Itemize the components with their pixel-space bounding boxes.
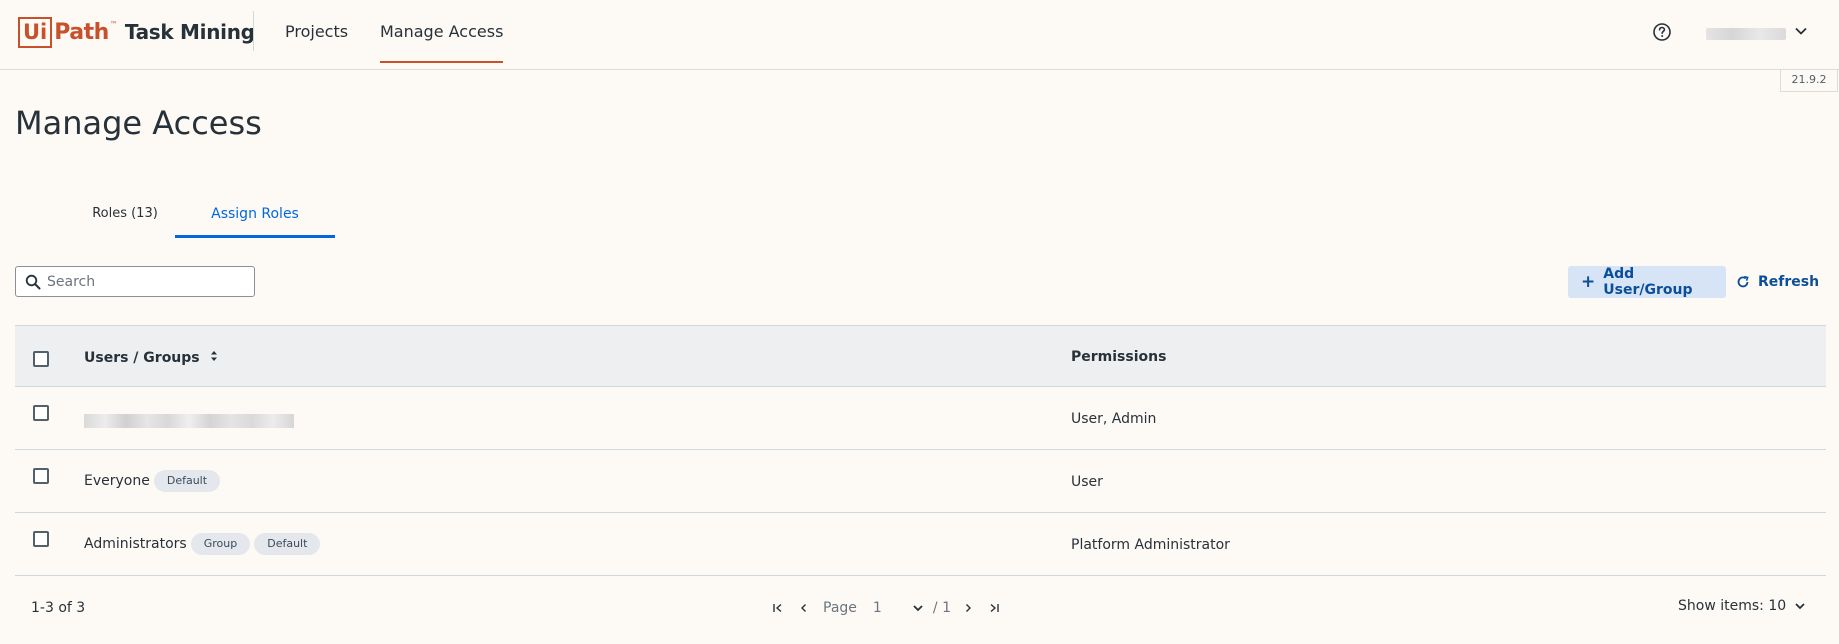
row-user-name: Administrators Group Default <box>84 533 321 555</box>
chevron-down-icon <box>1795 603 1805 610</box>
item-count: 1-3 of 3 <box>31 600 86 616</box>
refresh-button[interactable]: Refresh <box>1736 266 1819 298</box>
row-checkbox[interactable] <box>33 531 49 547</box>
search-icon <box>25 274 41 290</box>
sort-icon[interactable] <box>209 349 219 363</box>
select-all-checkbox[interactable] <box>33 351 49 367</box>
row-checkbox[interactable] <box>33 405 49 421</box>
first-page-button[interactable] <box>765 596 791 620</box>
refresh-label: Refresh <box>1758 274 1820 290</box>
chevron-left-icon <box>801 604 806 612</box>
column-users-groups-label: Users / Groups <box>84 350 200 366</box>
pagination: Page 1 / 1 <box>765 596 1007 620</box>
nav-manage-access[interactable]: Manage Access <box>380 0 504 63</box>
first-page-icon <box>773 603 782 613</box>
search-input[interactable] <box>47 271 247 293</box>
next-page-button[interactable] <box>955 596 981 620</box>
row-name-text: Administrators <box>84 536 187 552</box>
page-title: Manage Access <box>15 104 262 142</box>
row-permissions: User <box>1071 474 1103 490</box>
default-chip: Default <box>254 533 321 555</box>
last-page-button[interactable] <box>981 596 1007 620</box>
last-page-icon <box>990 603 999 613</box>
page-number-select[interactable]: 1 <box>873 600 909 616</box>
add-user-group-label: Add User/Group <box>1603 266 1693 298</box>
logo-path-text: Path <box>54 19 109 45</box>
logo-ui-box: Ui <box>18 16 53 48</box>
column-header-users-groups[interactable]: Users / Groups <box>84 349 219 366</box>
header-divider <box>253 11 254 51</box>
table-row[interactable]: Everyone Default User <box>15 450 1826 513</box>
table-row[interactable]: User, Admin <box>15 387 1826 450</box>
row-permissions: User, Admin <box>1071 411 1157 427</box>
table-row[interactable]: Administrators Group Default Platform Ad… <box>15 513 1826 576</box>
page-label: Page <box>823 600 857 616</box>
chevron-down-icon[interactable] <box>1794 24 1808 38</box>
top-bar: Ui Path ™ Task Mining Projects Manage Ac… <box>0 0 1839 70</box>
add-user-group-button[interactable]: + Add User/Group <box>1568 266 1726 298</box>
tab-assign-roles[interactable]: Assign Roles <box>175 200 335 238</box>
chevron-down-icon <box>913 605 923 612</box>
row-name-text: Everyone <box>84 473 150 489</box>
plus-icon: + <box>1581 272 1596 292</box>
previous-page-button[interactable] <box>791 596 817 620</box>
logo-trademark: ™ <box>109 19 118 29</box>
column-header-permissions: Permissions <box>1071 349 1167 365</box>
product-name: Task Mining <box>124 20 255 44</box>
table-header: Users / Groups Permissions <box>15 325 1826 387</box>
search-box[interactable] <box>15 266 255 297</box>
total-pages: / 1 <box>932 600 951 616</box>
chevron-right-icon <box>965 604 971 612</box>
row-permissions: Platform Administrator <box>1071 537 1230 553</box>
row-user-name <box>84 407 294 428</box>
user-account-name[interactable] <box>1706 28 1786 40</box>
group-chip: Group <box>190 533 251 555</box>
default-chip: Default <box>153 470 221 492</box>
show-items-select[interactable]: Show items: 10 <box>1678 598 1806 614</box>
show-items-label: Show items: 10 <box>1678 598 1787 614</box>
nav-projects[interactable]: Projects <box>285 0 348 62</box>
help-icon[interactable] <box>1652 22 1672 42</box>
row-checkbox[interactable] <box>33 468 49 484</box>
tab-roles[interactable]: Roles (13) <box>60 200 190 238</box>
row-user-name: Everyone Default <box>84 470 221 492</box>
redacted-user-name <box>84 414 294 428</box>
version-badge: 21.9.2 <box>1780 70 1838 92</box>
uipath-logo[interactable]: Ui Path ™ Task Mining <box>18 14 255 50</box>
page-select-chevron[interactable] <box>909 596 927 620</box>
refresh-icon <box>1737 275 1749 288</box>
users-groups-table: Users / Groups Permissions User, Admin E… <box>15 325 1826 576</box>
